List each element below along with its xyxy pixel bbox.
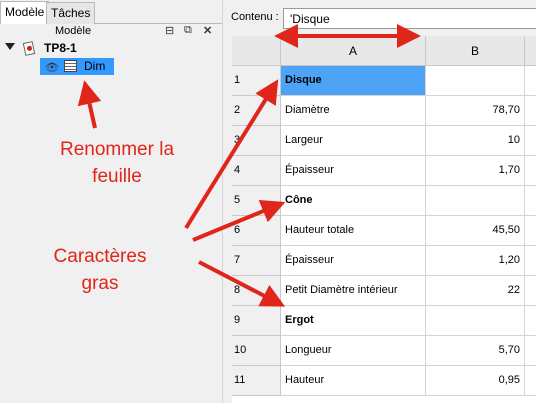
cell-b[interactable]: 1,20 — [426, 246, 525, 276]
annotation-bold: Caractères gras — [30, 243, 170, 297]
annotation-bold-line2: gras — [81, 273, 119, 294]
cell-a[interactable]: Épaisseur — [281, 246, 426, 276]
cell-c[interactable] — [525, 306, 536, 336]
cell-b[interactable] — [426, 66, 525, 96]
contenu-input[interactable]: 'Disque — [283, 8, 536, 29]
tree-item-root[interactable]: TP8-1 — [0, 41, 222, 57]
cell-a[interactable]: Petit Diamètre intérieur — [281, 276, 426, 306]
cell-b[interactable]: 22 — [426, 276, 525, 306]
app-window: Modèle Tâches Modèle ⊟ ⧉ ✕ TP8-1 👁 Dim R… — [0, 0, 536, 403]
grid-corner[interactable] — [232, 36, 281, 66]
tab-taches[interactable]: Tâches — [46, 2, 96, 24]
cell-b[interactable]: 1,70 — [426, 156, 525, 186]
cell-b[interactable]: 45,50 — [426, 216, 525, 246]
cell-b[interactable]: 5,70 — [426, 336, 525, 366]
cell-a[interactable]: Cône — [281, 186, 426, 216]
row-header[interactable]: 4 — [232, 156, 281, 186]
panel-tab-bar: Modèle Tâches — [0, 0, 222, 24]
row-header[interactable]: 10 — [232, 336, 281, 366]
cell-c[interactable] — [525, 66, 536, 96]
cell-c[interactable] — [525, 276, 536, 306]
cell-c[interactable] — [525, 96, 536, 126]
row-header[interactable]: 3 — [232, 126, 281, 156]
row-header[interactable]: 2 — [232, 96, 281, 126]
cell-a[interactable]: Hauteur totale — [281, 216, 426, 246]
document-icon — [22, 41, 36, 56]
close-icon[interactable]: ✕ — [203, 24, 212, 37]
cell-c[interactable] — [525, 246, 536, 276]
row-header[interactable]: 9 — [232, 306, 281, 336]
cell-c[interactable] — [525, 366, 536, 396]
cell-b[interactable]: 0,95 — [426, 366, 525, 396]
cell-a[interactable]: Épaisseur — [281, 156, 426, 186]
annotation-rename: Renommer la feuille — [32, 136, 202, 190]
cell-c[interactable] — [525, 216, 536, 246]
eye-icon[interactable]: 👁 — [45, 61, 59, 74]
cell-a[interactable]: Hauteur — [281, 366, 426, 396]
annotation-rename-line1: Renommer la — [59, 139, 175, 160]
cell-b[interactable] — [426, 306, 525, 336]
chevron-down-icon[interactable] — [5, 43, 15, 50]
cell-c[interactable] — [525, 126, 536, 156]
cell-a[interactable]: Disque — [281, 66, 426, 96]
tree-root-label: TP8-1 — [44, 41, 77, 55]
cell-a[interactable]: Longueur — [281, 336, 426, 366]
column-header-a[interactable]: A — [281, 36, 426, 66]
cell-b[interactable]: 10 — [426, 126, 525, 156]
row-header[interactable]: 7 — [232, 246, 281, 276]
cell-b[interactable] — [426, 186, 525, 216]
restore-icon[interactable]: ⊟ — [165, 24, 174, 37]
annotation-rename-line2: feuille — [92, 166, 142, 187]
sheet-name-label: Dim — [84, 59, 106, 73]
spreadsheet-icon — [64, 60, 77, 72]
row-header[interactable]: 5 — [232, 186, 281, 216]
row-header[interactable]: 6 — [232, 216, 281, 246]
annotation-bold-line1: Caractères — [53, 246, 147, 267]
cell-a[interactable]: Largeur — [281, 126, 426, 156]
cell-c[interactable] — [525, 336, 536, 366]
row-header[interactable]: 1 — [232, 66, 281, 96]
spreadsheet-area: Contenu : 'Disque A B 1 Disque 2 Diamètre 78… — [222, 0, 536, 403]
row-header[interactable]: 8 — [232, 276, 281, 306]
float-icon[interactable]: ⧉ — [184, 24, 192, 37]
column-header-b[interactable]: B — [426, 36, 525, 66]
cell-b[interactable]: 78,70 — [426, 96, 525, 126]
cell-a[interactable]: Ergot — [281, 306, 426, 336]
row-header[interactable]: 11 — [232, 366, 281, 396]
model-panel: Modèle Tâches Modèle ⊟ ⧉ ✕ TP8-1 👁 Dim R… — [0, 0, 222, 403]
tab-modele[interactable]: Modèle — [0, 1, 50, 24]
spreadsheet-grid: A B 1 Disque 2 Diamètre 78,70 3 Largeur 10 4 Épai… — [232, 36, 536, 403]
panel-header: Modèle ⊟ ⧉ ✕ — [0, 24, 222, 39]
cell-a[interactable]: Diamètre — [281, 96, 426, 126]
panel-title: Modèle — [55, 25, 92, 37]
cell-c[interactable] — [525, 156, 536, 186]
contenu-label: Contenu : — [231, 11, 279, 23]
cell-c[interactable] — [525, 186, 536, 216]
column-header-c[interactable] — [525, 36, 536, 66]
